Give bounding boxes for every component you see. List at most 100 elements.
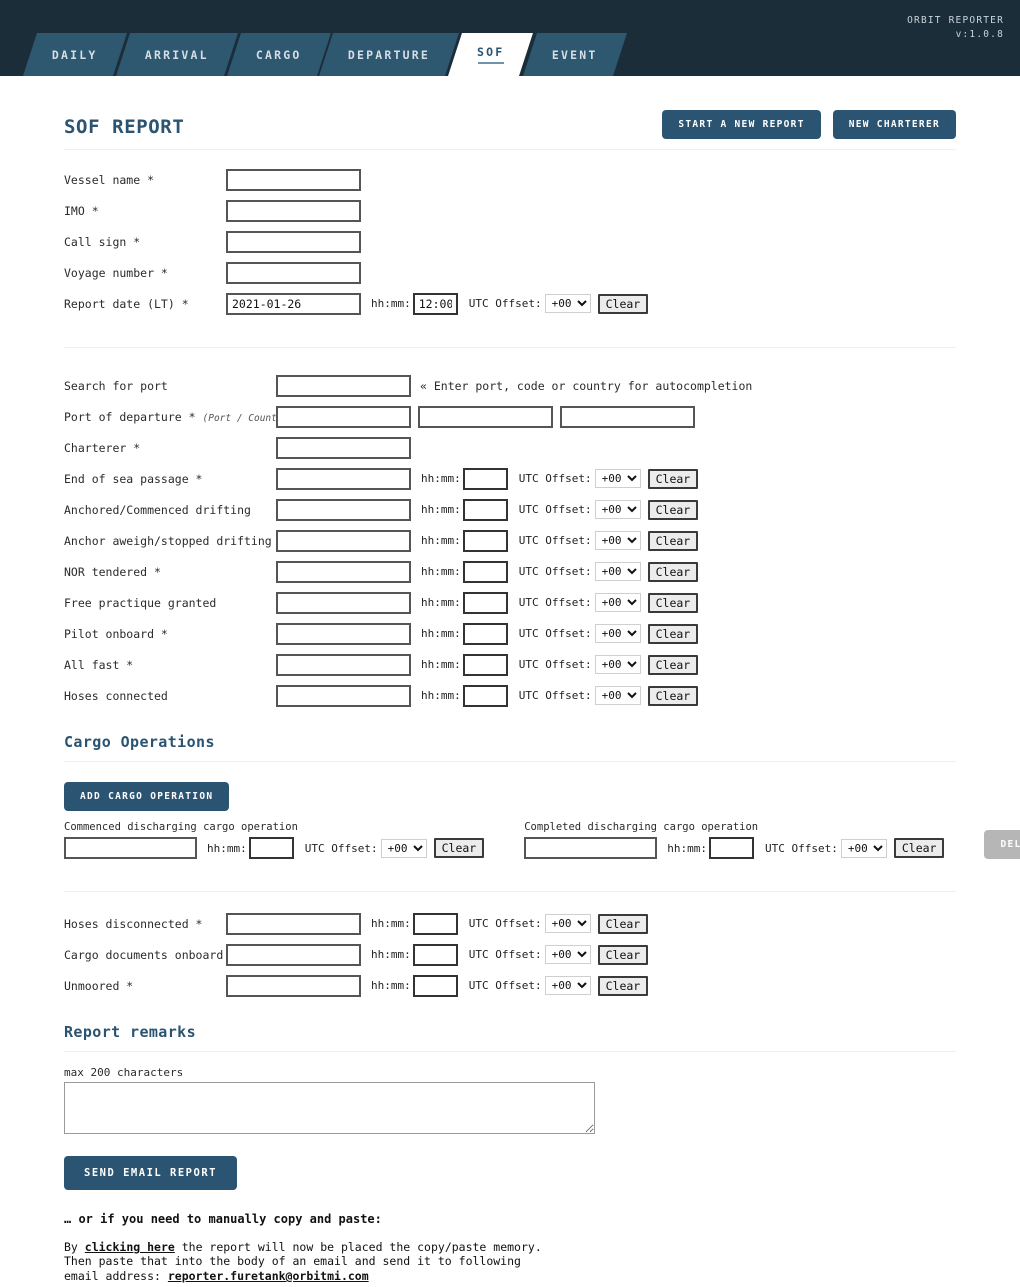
event-row-utc-offset-label: UTC Offset: — [518, 565, 592, 578]
tab-label-cargo: CARGO — [255, 47, 302, 62]
event-row-clear-button[interactable]: Clear — [647, 499, 699, 520]
tab-arrival[interactable]: ARRIVAL — [115, 33, 238, 76]
final-row-utc-offset-select[interactable]: +00 — [544, 945, 591, 964]
event-row-clear-button[interactable]: Clear — [647, 623, 699, 644]
event-row-date-input[interactable] — [276, 591, 411, 614]
event-rows: End of sea passage * hh:mm: UTC Offset: +00… — [64, 463, 956, 711]
event-row-time-input[interactable] — [462, 653, 508, 676]
port-of-departure-row: Port of departure * (Port / Country / Co… — [64, 401, 956, 432]
event-row-time-input[interactable] — [462, 529, 508, 552]
charterer-input[interactable] — [276, 436, 411, 459]
send-email-report-button[interactable]: SEND EMAIL REPORT — [64, 1156, 237, 1190]
event-row-date-input[interactable] — [276, 622, 411, 645]
final-row-time-input[interactable] — [412, 974, 458, 997]
event-row-label: Free practique granted — [64, 595, 217, 610]
final-row-date-input[interactable] — [226, 974, 361, 997]
start-new-report-button[interactable]: START A NEW REPORT — [662, 110, 821, 139]
tab-daily[interactable]: DAILY — [23, 33, 127, 76]
vessel-field-input[interactable] — [226, 261, 361, 284]
add-cargo-operation-button[interactable]: ADD CARGO OPERATION — [64, 782, 230, 811]
port-country-input[interactable] — [418, 405, 553, 428]
event-row-utc-offset-select[interactable]: +00 — [594, 562, 641, 581]
event-row-date-input[interactable] — [276, 467, 411, 490]
event-row-label: Hoses connected — [64, 688, 168, 703]
port-name-input[interactable] — [276, 405, 411, 428]
vessel-field-input[interactable] — [226, 168, 361, 191]
event-row-time-input[interactable] — [462, 560, 508, 583]
event-row-date-input[interactable] — [276, 653, 411, 676]
event-row-utc-offset-select[interactable]: +00 — [594, 686, 641, 705]
event-row-utc-offset-select[interactable]: +00 — [594, 593, 641, 612]
vessel-field-label: IMO * — [64, 203, 99, 218]
cargo-completed-clear-button[interactable]: Clear — [893, 838, 945, 858]
event-row-utc-offset-select[interactable]: +00 — [594, 531, 641, 550]
manual-email-prefix: email address: — [64, 1268, 168, 1283]
tab-event[interactable]: EVENT — [522, 33, 627, 76]
clicking-here-link[interactable]: clicking here — [85, 1240, 175, 1254]
event-row-clear-button[interactable]: Clear — [647, 592, 699, 613]
vessel-field-input[interactable] — [226, 230, 361, 253]
event-row-clear-button[interactable]: Clear — [647, 685, 699, 706]
vessel-field-input[interactable] — [226, 199, 361, 222]
cargo-commenced-date-input[interactable] — [64, 837, 197, 859]
report-date-clear-button[interactable]: Clear — [597, 293, 649, 314]
event-row-hhmm-label: hh:mm: — [421, 472, 461, 485]
charterer-row: Charterer * — [64, 432, 956, 463]
cargo-commenced-clear-button[interactable]: Clear — [433, 838, 485, 858]
event-row-utc-offset-select[interactable]: +00 — [594, 469, 641, 488]
event-row-utc-offset-select[interactable]: +00 — [594, 655, 641, 674]
event-row-time-input[interactable] — [462, 498, 508, 521]
vessel-row: Voyage number * — [64, 257, 956, 288]
event-row-utc-offset-select[interactable]: +00 — [594, 500, 641, 519]
cargo-completed-col: Completed discharging cargo operation hh:… — [524, 821, 945, 859]
event-row-clear-button[interactable]: Clear — [647, 530, 699, 551]
event-row-time-input[interactable] — [462, 467, 508, 490]
event-row-clear-button[interactable]: Clear — [647, 468, 699, 489]
tab-sof[interactable]: SOF — [448, 33, 534, 76]
port-of-departure-text: Port of departure * — [64, 409, 196, 424]
event-row-utc-offset-label: UTC Offset: — [518, 658, 592, 671]
report-date-utc-offset-select[interactable]: +00 — [544, 294, 591, 313]
final-row: Cargo documents onboard * hh:mm: UTC Offse… — [64, 939, 956, 970]
final-row-date-input[interactable] — [226, 912, 361, 935]
event-row-utc-offset-label: UTC Offset: — [518, 503, 592, 516]
cargo-commenced-utc-offset-select[interactable]: +00 — [380, 838, 427, 858]
final-row-time-input[interactable] — [412, 912, 458, 935]
event-row-clear-button[interactable]: Clear — [647, 654, 699, 675]
new-charterer-button[interactable]: NEW CHARTERER — [832, 110, 956, 139]
event-row-utc-offset-select[interactable]: +00 — [594, 624, 641, 643]
final-row-utc-offset-select[interactable]: +00 — [544, 976, 591, 995]
tab-cargo[interactable]: CARGO — [226, 33, 331, 76]
event-row-date-input[interactable] — [276, 684, 411, 707]
cargo-completed-date-input[interactable] — [524, 837, 658, 859]
final-row-clear-button[interactable]: Clear — [597, 944, 649, 965]
event-row-date-input[interactable] — [276, 529, 411, 552]
event-row-time-input[interactable] — [462, 622, 508, 645]
search-port-input[interactable] — [276, 374, 411, 397]
report-remarks-textarea[interactable] — [64, 1082, 595, 1134]
cargo-completed-time-input[interactable] — [708, 837, 754, 859]
final-row-date-input[interactable] — [226, 943, 361, 966]
vessel-row: Call sign * — [64, 226, 956, 257]
vessel-field-input[interactable] — [226, 292, 361, 315]
final-row-clear-button[interactable]: Clear — [597, 913, 649, 934]
event-row-date-input[interactable] — [276, 498, 411, 521]
final-row-clear-button[interactable]: Clear — [597, 975, 649, 996]
final-row-utc-offset-select[interactable]: +00 — [544, 914, 591, 933]
report-date-hhmm-label: hh:mm: — [371, 297, 411, 310]
tab-departure[interactable]: DEPARTURE — [319, 33, 460, 76]
event-row-time-input[interactable] — [462, 684, 508, 707]
cargo-operations-section: ADD CARGO OPERATION Commenced dischargin… — [64, 782, 1020, 859]
cargo-completed-hhmm-label: hh:mm: — [667, 841, 707, 855]
report-email-link[interactable]: reporter.furetank@orbitmi.com — [168, 1269, 369, 1283]
search-for-port-label: Search for port — [64, 378, 168, 393]
report-date-time-input[interactable] — [412, 292, 458, 315]
cargo-commenced-time-input[interactable] — [248, 837, 294, 859]
event-row-date-input[interactable] — [276, 560, 411, 583]
event-row-clear-button[interactable]: Clear — [647, 561, 699, 582]
event-row-time-input[interactable] — [462, 591, 508, 614]
delete-cargo-row-button[interactable]: DELETE ROW — [984, 830, 1020, 859]
cargo-completed-utc-offset-select[interactable]: +00 — [840, 838, 887, 858]
port-code-input[interactable] — [560, 405, 695, 428]
final-row-time-input[interactable] — [412, 943, 458, 966]
